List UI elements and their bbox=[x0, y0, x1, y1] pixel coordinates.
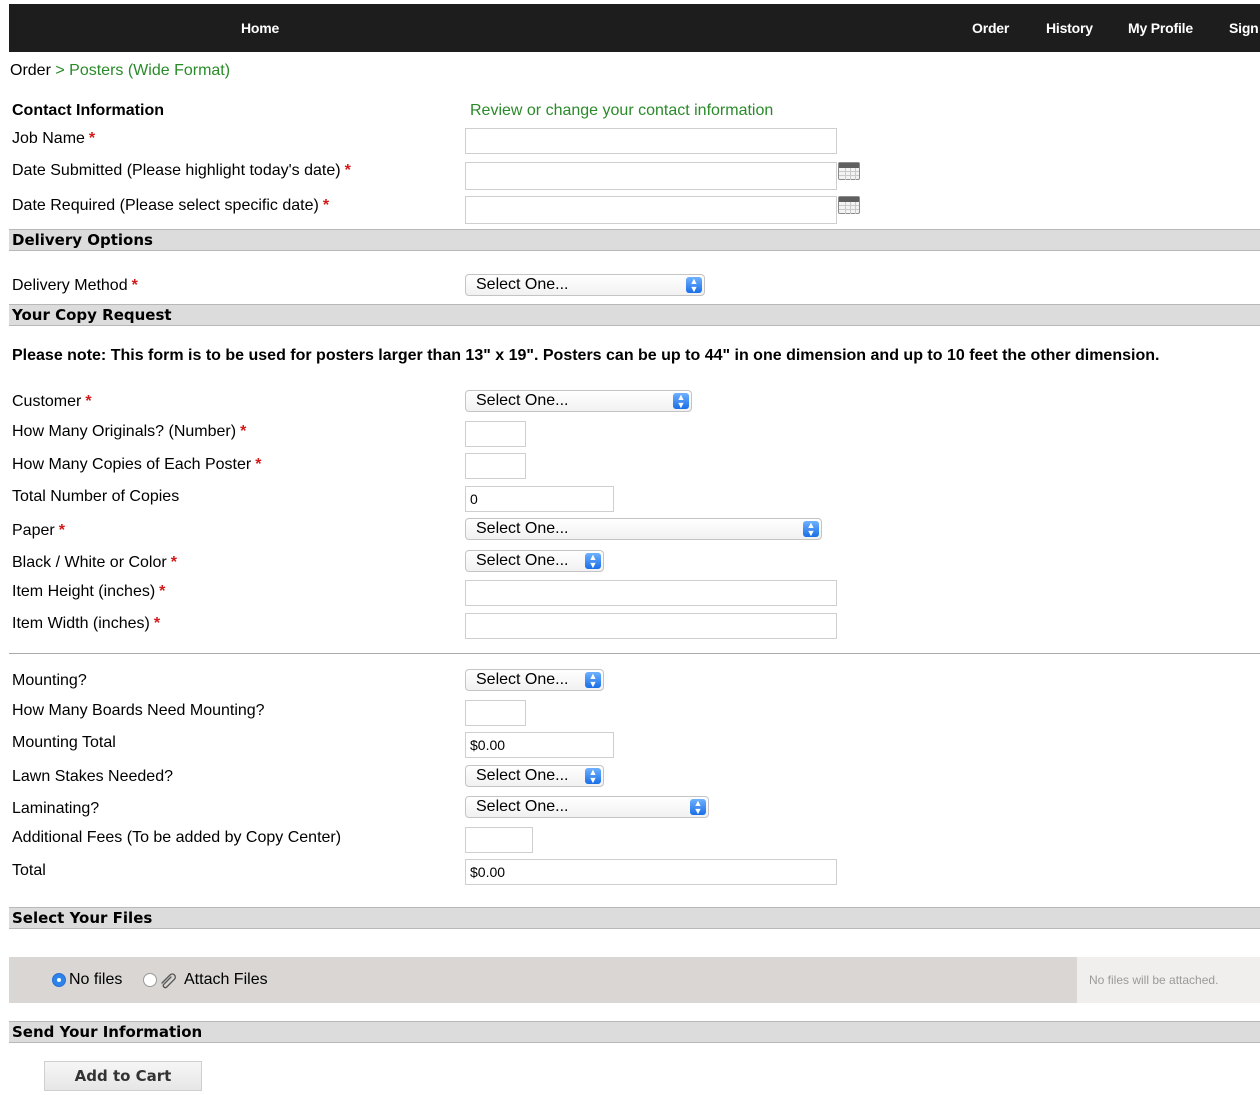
delivery-options-bar: Delivery Options bbox=[9, 229, 1260, 251]
date-required-label: Date Required (Please select specific da… bbox=[12, 197, 330, 214]
total-label: Total bbox=[12, 862, 46, 879]
boards-input[interactable] bbox=[465, 700, 526, 726]
delivery-method-label: Delivery Method * bbox=[12, 277, 138, 294]
width-input[interactable] bbox=[465, 613, 837, 639]
originals-input[interactable] bbox=[465, 421, 526, 447]
breadcrumb-order[interactable]: Order bbox=[10, 62, 51, 79]
section-divider bbox=[9, 653, 1260, 654]
select-arrows-icon: ▲ ▼ bbox=[686, 277, 702, 294]
originals-label: How Many Originals? (Number) * bbox=[12, 423, 247, 440]
poster-size-note: Please note: This form is to be used for… bbox=[12, 347, 1160, 364]
mounting-total-field: $0.00 bbox=[465, 732, 614, 758]
height-input[interactable] bbox=[465, 580, 837, 606]
copies-input[interactable] bbox=[465, 453, 526, 479]
customer-select[interactable]: Select One... ▲ ▼ bbox=[465, 390, 692, 412]
total-copies-label: Total Number of Copies bbox=[12, 488, 180, 505]
laminating-label: Laminating? bbox=[12, 800, 100, 817]
additional-fees-label: Additional Fees (To be added by Copy Cen… bbox=[12, 829, 342, 846]
color-select[interactable]: Select One... ▲ ▼ bbox=[465, 550, 604, 572]
copy-request-bar: Your Copy Request bbox=[9, 304, 1260, 326]
mounting-total-label: Mounting Total bbox=[12, 734, 116, 751]
select-arrows-icon: ▲ ▼ bbox=[585, 768, 601, 785]
paper-select[interactable]: Select One... ▲ ▼ bbox=[465, 518, 822, 540]
mounting-value: Select One... bbox=[476, 671, 569, 688]
additional-fees-input[interactable] bbox=[465, 827, 533, 853]
paper-value: Select One... bbox=[476, 520, 569, 537]
delivery-options-heading: Delivery Options bbox=[12, 231, 153, 249]
date-submitted-label: Date Submitted (Please highlight today's… bbox=[12, 162, 351, 179]
total-copies-field: 0 bbox=[465, 486, 614, 512]
select-arrows-icon: ▲ ▼ bbox=[690, 799, 706, 816]
file-status-text: No files will be attached. bbox=[1077, 957, 1260, 1003]
lawn-stakes-value: Select One... bbox=[476, 767, 569, 784]
total-field: $0.00 bbox=[465, 859, 837, 885]
select-files-heading: Select Your Files bbox=[12, 909, 153, 927]
attach-files-radio[interactable] bbox=[143, 973, 157, 987]
top-nav-bar: Home Order History My Profile Sign bbox=[9, 4, 1260, 52]
calendar-icon[interactable] bbox=[838, 196, 860, 214]
width-label: Item Width (inches) * bbox=[12, 615, 161, 632]
boards-label: How Many Boards Need Mounting? bbox=[12, 702, 265, 719]
calendar-icon[interactable] bbox=[838, 162, 860, 180]
no-files-label[interactable]: No files bbox=[69, 971, 122, 989]
lawn-stakes-label: Lawn Stakes Needed? bbox=[12, 768, 173, 785]
job-name-input[interactable] bbox=[465, 128, 837, 154]
date-submitted-input[interactable] bbox=[465, 162, 837, 190]
lawn-stakes-select[interactable]: Select One... ▲ ▼ bbox=[465, 765, 604, 787]
mounting-label: Mounting? bbox=[12, 672, 87, 689]
attach-files-label[interactable]: Attach Files bbox=[184, 971, 268, 989]
nav-my-profile[interactable]: My Profile bbox=[1128, 4, 1193, 52]
no-files-radio[interactable] bbox=[52, 973, 66, 987]
review-contact-link[interactable]: Review or change your contact informatio… bbox=[470, 102, 773, 120]
customer-value: Select One... bbox=[476, 392, 569, 409]
select-files-bar: Select Your Files bbox=[9, 907, 1260, 929]
nav-history[interactable]: History bbox=[1046, 4, 1093, 52]
nav-home[interactable]: Home bbox=[241, 4, 279, 52]
select-arrows-icon: ▲ ▼ bbox=[585, 672, 601, 689]
contact-heading: Contact Information bbox=[12, 102, 164, 119]
copies-label: How Many Copies of Each Poster * bbox=[12, 456, 262, 473]
paperclip-icon bbox=[161, 973, 176, 989]
laminating-select[interactable]: Select One... ▲ ▼ bbox=[465, 796, 709, 818]
job-name-label: Job Name * bbox=[12, 130, 96, 147]
breadcrumb: Order > Posters (Wide Format) bbox=[10, 62, 230, 80]
delivery-method-value: Select One... bbox=[476, 276, 569, 293]
mounting-select[interactable]: Select One... ▲ ▼ bbox=[465, 669, 604, 691]
color-value: Select One... bbox=[476, 552, 569, 569]
customer-label: Customer * bbox=[12, 393, 92, 410]
date-required-input[interactable] bbox=[465, 196, 837, 224]
color-label: Black / White or Color * bbox=[12, 554, 177, 571]
height-label: Item Height (inches) * bbox=[12, 583, 166, 600]
send-information-bar: Send Your Information bbox=[9, 1021, 1260, 1043]
laminating-value: Select One... bbox=[476, 798, 569, 815]
select-arrows-icon: ▲ ▼ bbox=[673, 393, 689, 410]
delivery-method-select[interactable]: Select One... ▲ ▼ bbox=[465, 274, 705, 296]
paper-label: Paper * bbox=[12, 522, 65, 539]
nav-sign-out[interactable]: Sign bbox=[1229, 4, 1259, 52]
copy-request-heading: Your Copy Request bbox=[12, 306, 172, 324]
select-arrows-icon: ▲ ▼ bbox=[803, 521, 819, 538]
nav-order[interactable]: Order bbox=[972, 4, 1009, 52]
add-to-cart-button[interactable]: Add to Cart bbox=[44, 1061, 202, 1091]
breadcrumb-current[interactable]: > Posters (Wide Format) bbox=[55, 62, 230, 79]
select-arrows-icon: ▲ ▼ bbox=[585, 553, 601, 570]
send-information-heading: Send Your Information bbox=[12, 1023, 203, 1041]
file-options-bar: No files Attach Files bbox=[9, 957, 1077, 1003]
